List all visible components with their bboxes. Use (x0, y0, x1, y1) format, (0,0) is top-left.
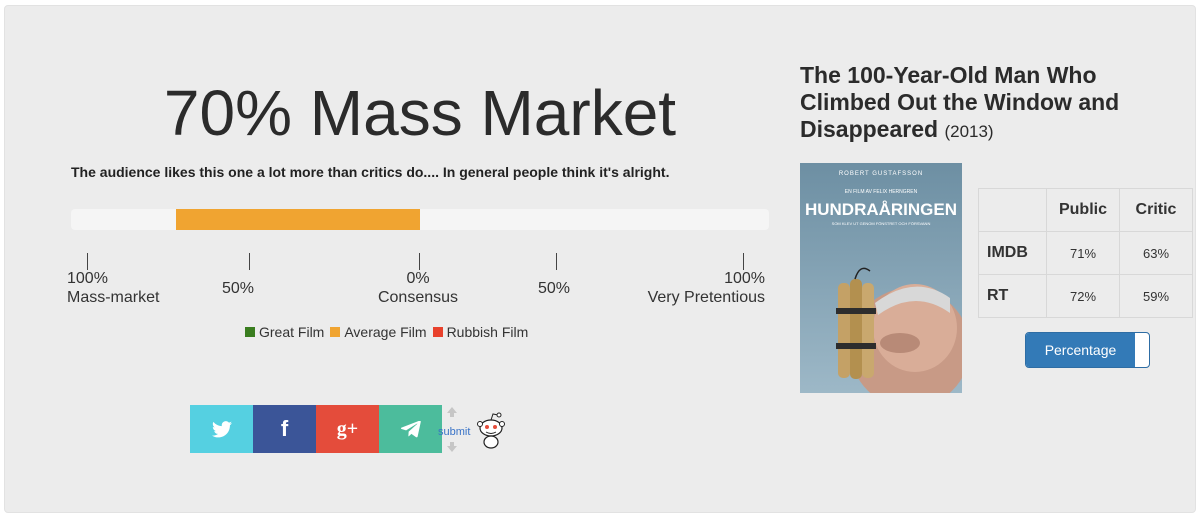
legend: Great Film Average Film Rubbish Film (245, 324, 528, 340)
scale-tick-line (87, 253, 88, 270)
share-bar: f g+ (190, 405, 442, 453)
facebook-share-button[interactable]: f (253, 405, 316, 453)
poster-top-credit: ROBERT GUSTAFSSON (839, 171, 923, 177)
main-panel: 70% Mass Market The audience likes this … (4, 5, 1196, 513)
ratings-critic-value: 59% (1119, 274, 1193, 318)
verdict-bar-fill (175, 209, 420, 230)
ratings-public-value: 71% (1046, 231, 1120, 275)
legend-label: Great Film (259, 324, 325, 340)
scale-label-50-right: 50% (538, 280, 571, 297)
ratings-header-critic: Critic (1119, 188, 1193, 232)
scale-tick-line (249, 253, 250, 270)
scale-label-50-left: 50% (222, 280, 255, 297)
downvote-icon[interactable] (446, 441, 458, 453)
ratings-source: RT (978, 274, 1047, 318)
verdict-bar-track (71, 209, 769, 230)
poster-title: HUNDRAÅRINGEN (805, 200, 957, 219)
telegram-icon (400, 420, 421, 437)
scale-label-mass-market: 100% Mass-market (67, 270, 160, 306)
table-row: RT 72% 59% (978, 274, 1193, 318)
ratings-header-row: Public Critic (978, 188, 1193, 232)
legend-swatch (432, 327, 443, 337)
movie-title: The 100-Year-Old Man Who Climbed Out the… (800, 62, 1160, 145)
ratings-header-public: Public (1046, 188, 1120, 232)
ratings-public-value: 72% (1046, 274, 1120, 318)
movie-poster-image: ROBERT GUSTAFSSON EN FILM AV FELIX HERNG… (800, 163, 962, 393)
poster-subtitle: EN FILM AV FELIX HERNGREN (845, 189, 918, 195)
table-row: IMDB 71% 63% (978, 231, 1193, 275)
percentage-toggle[interactable]: Percentage (1025, 332, 1150, 368)
scale-tick-line (419, 253, 420, 270)
scale-label-very-pretentious: 100% Very Pretentious (647, 270, 765, 306)
legend-label: Rubbish Film (446, 324, 529, 340)
scale-tick-line (556, 253, 557, 270)
reddit-submit-link[interactable]: submit (438, 426, 470, 438)
legend-item-rubbish: Rubbish Film (432, 324, 529, 340)
movie-poster: ROBERT GUSTAFSSON EN FILM AV FELIX HERNG… (800, 163, 962, 393)
ratings-header-empty (978, 188, 1047, 232)
movie-year: (2013) (944, 122, 994, 141)
twitter-icon (211, 420, 232, 437)
ratings-source: IMDB (978, 231, 1047, 275)
scale-label-consensus: 0% Consensus (377, 270, 459, 306)
ratings-table: Public Critic IMDB 71% 63% RT 72% 59% (978, 188, 1193, 318)
google-plus-share-button[interactable]: g+ (316, 405, 379, 453)
ratings-critic-value: 63% (1119, 231, 1193, 275)
google-plus-icon: g+ (336, 417, 359, 440)
facebook-icon: f (280, 416, 289, 441)
upvote-icon[interactable] (446, 406, 458, 418)
verdict-description: The audience likes this one a lot more t… (71, 164, 670, 180)
poster-tagline: SOM KLEV UT GENOM FÖNSTRET OCH FÖRSVANN (832, 221, 931, 226)
percentage-toggle-label: Percentage (1026, 333, 1135, 367)
verdict-headline: 70% Mass Market (163, 77, 677, 149)
reddit-widget: submit (438, 406, 508, 456)
legend-item-great: Great Film (245, 324, 324, 340)
twitter-share-button[interactable] (190, 405, 253, 453)
scale-tick-line (743, 253, 744, 270)
legend-swatch (330, 327, 341, 337)
reddit-alien-icon[interactable] (476, 412, 506, 450)
telegram-share-button[interactable] (379, 405, 442, 453)
legend-item-average: Average Film (330, 324, 427, 340)
legend-label: Average Film (344, 324, 427, 340)
legend-swatch (245, 327, 255, 337)
